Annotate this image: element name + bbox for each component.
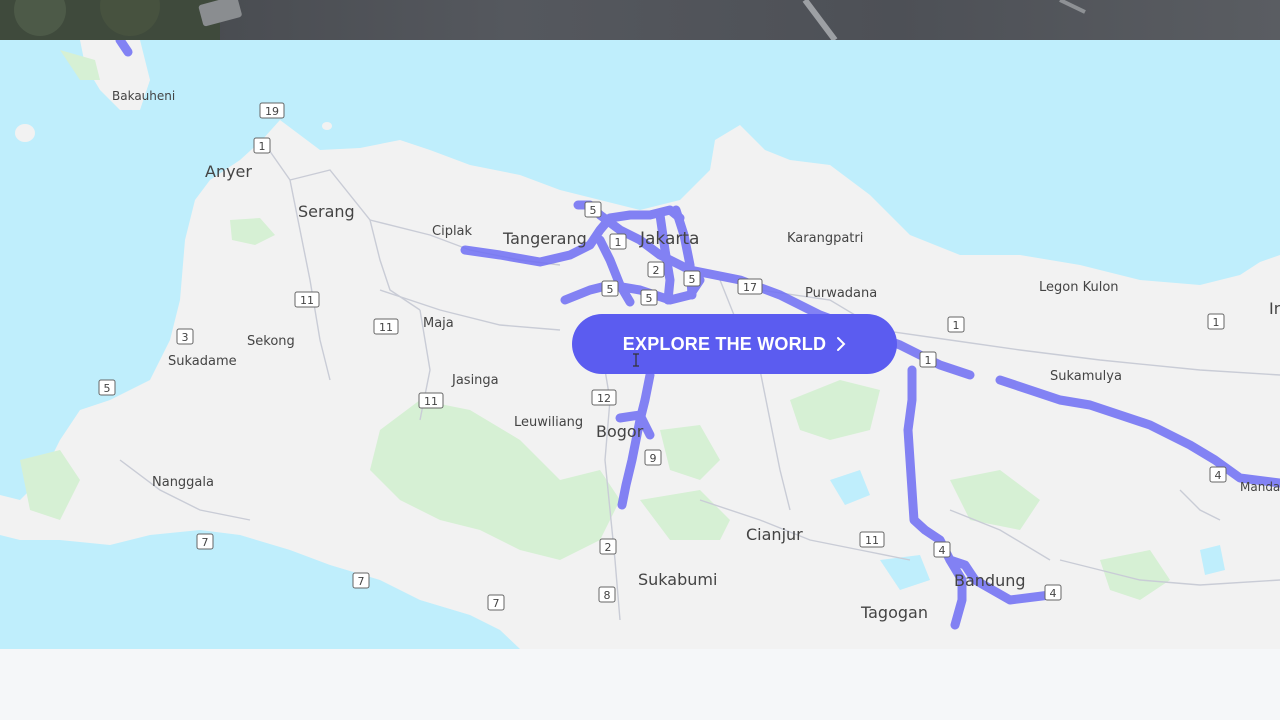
svg-text:5: 5 xyxy=(689,273,696,286)
svg-text:9: 9 xyxy=(650,452,657,465)
svg-text:5: 5 xyxy=(607,283,614,296)
city-label: Sukadame xyxy=(168,354,237,369)
svg-text:11: 11 xyxy=(865,534,879,547)
city-label: Manda xyxy=(1240,480,1280,494)
shield: 11 xyxy=(373,318,399,335)
shield: 1 xyxy=(919,351,937,368)
svg-text:1: 1 xyxy=(259,140,266,153)
shield: 4 xyxy=(933,541,951,558)
svg-text:1: 1 xyxy=(1213,316,1220,329)
shield: 1 xyxy=(609,233,627,250)
svg-text:4: 4 xyxy=(1050,587,1057,600)
svg-text:7: 7 xyxy=(202,536,209,549)
city-label: In xyxy=(1269,299,1280,318)
svg-text:8: 8 xyxy=(604,589,611,602)
svg-text:1: 1 xyxy=(925,354,932,367)
shield: 17 xyxy=(737,278,763,295)
shield: 5 xyxy=(601,280,619,297)
shield: 7 xyxy=(352,572,370,589)
explore-world-button[interactable]: EXPLORE THE WORLD xyxy=(572,314,897,374)
shield: 5 xyxy=(683,270,701,287)
chevron-right-icon xyxy=(836,336,846,352)
city-label: Sekong xyxy=(247,334,295,349)
svg-text:4: 4 xyxy=(939,544,946,557)
city-label: Cianjur xyxy=(746,525,803,544)
city-label: Tangerang xyxy=(502,229,587,248)
shield: 11 xyxy=(294,291,320,308)
city-label: Sukamulya xyxy=(1050,369,1122,384)
city-label: Leuwiliang xyxy=(514,415,583,430)
page-footer-area xyxy=(0,649,1280,720)
shield: 12 xyxy=(591,389,617,406)
shield: 2 xyxy=(647,261,665,278)
city-label: Jasinga xyxy=(451,373,499,388)
city-label: Bogor xyxy=(596,422,644,441)
city-label: Ciplak xyxy=(432,224,473,239)
shield: 11 xyxy=(859,531,885,548)
shield: 7 xyxy=(196,533,214,550)
city-label: Anyer xyxy=(205,162,252,181)
island xyxy=(15,124,35,142)
explore-world-label: EXPLORE THE WORLD xyxy=(622,333,827,354)
island xyxy=(322,122,332,130)
shield: 11 xyxy=(418,392,444,409)
shield: 3 xyxy=(176,328,194,345)
svg-text:3: 3 xyxy=(182,331,189,344)
city-label: Jakarta xyxy=(639,229,699,249)
city-label: Maja xyxy=(423,316,454,331)
city-label: Sukabumi xyxy=(638,570,717,589)
svg-text:17: 17 xyxy=(743,281,757,294)
shield: 7 xyxy=(487,594,505,611)
shield: 19 xyxy=(259,102,285,119)
city-label: Nanggala xyxy=(152,475,214,490)
svg-text:2: 2 xyxy=(653,264,660,277)
map-container[interactable]: 19 1 11 3 11 5 11 12 9 2 7 7 7 8 11 4 4 … xyxy=(0,40,1280,649)
svg-text:7: 7 xyxy=(358,575,365,588)
svg-text:2: 2 xyxy=(605,541,612,554)
shield: 1 xyxy=(947,316,965,333)
shield: 9 xyxy=(644,449,662,466)
svg-text:11: 11 xyxy=(300,294,314,307)
svg-text:7: 7 xyxy=(493,597,500,610)
shield: 1 xyxy=(1207,313,1225,330)
svg-text:19: 19 xyxy=(265,105,279,118)
svg-text:11: 11 xyxy=(379,321,393,334)
svg-text:12: 12 xyxy=(597,392,611,405)
city-label: Tagogan xyxy=(860,603,928,622)
city-label: Bandung xyxy=(954,571,1026,590)
svg-text:5: 5 xyxy=(590,204,597,217)
city-label: Karangpatri xyxy=(787,231,863,246)
svg-text:4: 4 xyxy=(1215,469,1222,482)
shield: 4 xyxy=(1209,466,1227,483)
city-label: Purwadana xyxy=(805,286,877,301)
svg-text:1: 1 xyxy=(953,319,960,332)
svg-text:11: 11 xyxy=(424,395,438,408)
shield: 5 xyxy=(584,201,602,218)
shield: 2 xyxy=(599,538,617,555)
svg-text:1: 1 xyxy=(615,236,622,249)
shield: 4 xyxy=(1044,584,1062,601)
svg-text:5: 5 xyxy=(646,292,653,305)
city-label: Legon Kulon xyxy=(1039,280,1119,295)
shield: 5 xyxy=(98,379,116,396)
text-cursor-icon xyxy=(633,353,639,367)
city-label: Bakauheni xyxy=(112,89,175,103)
shield: 1 xyxy=(253,137,271,154)
shield: 5 xyxy=(640,289,658,306)
hero-image xyxy=(0,0,1086,40)
shield: 8 xyxy=(598,586,616,603)
city-label: Serang xyxy=(298,202,355,221)
hero-image-strip xyxy=(0,0,1280,40)
svg-text:5: 5 xyxy=(104,382,111,395)
